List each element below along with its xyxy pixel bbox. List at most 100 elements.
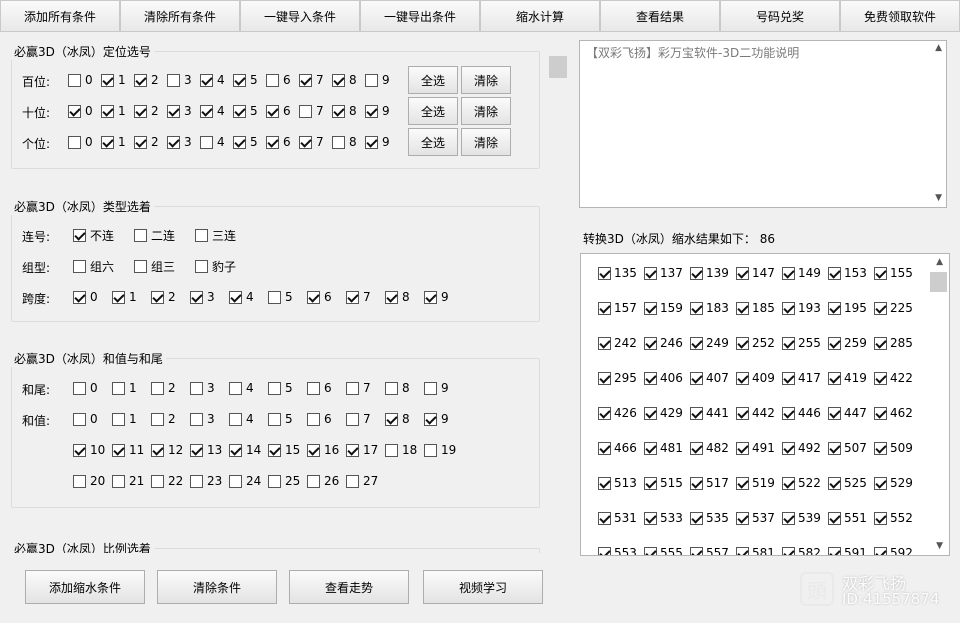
result-checkbox[interactable]: 246 — [644, 336, 683, 350]
hewei-checkbox[interactable]: 9 — [424, 381, 449, 395]
checkbox-box[interactable] — [644, 336, 657, 350]
result-checkbox[interactable]: 406 — [644, 371, 683, 385]
checkbox-box[interactable] — [782, 511, 795, 525]
checkbox-box[interactable] — [874, 441, 887, 455]
hezhi-checkbox[interactable]: 16 — [307, 443, 339, 457]
digit-checkbox[interactable]: 9 — [365, 104, 390, 118]
checkbox-box[interactable] — [266, 104, 279, 118]
checkbox-box[interactable] — [151, 290, 164, 304]
result-checkbox[interactable]: 426 — [598, 406, 637, 420]
checkbox-box[interactable] — [73, 290, 86, 304]
digit-checkbox[interactable]: 7 — [299, 73, 324, 87]
hezhi-checkbox[interactable]: 24 — [229, 474, 261, 488]
zuxing-checkbox[interactable]: 组三 — [134, 259, 175, 274]
checkbox-box[interactable] — [690, 441, 703, 455]
checkbox-box[interactable] — [828, 266, 841, 280]
hezhi-checkbox[interactable]: 7 — [346, 412, 371, 426]
result-checkbox[interactable]: 441 — [690, 406, 729, 420]
checkbox-box[interactable] — [195, 259, 208, 273]
result-checkbox[interactable]: 135 — [598, 266, 637, 280]
checkbox-box[interactable] — [233, 135, 246, 149]
digit-checkbox[interactable]: 3 — [167, 73, 192, 87]
hezhi-checkbox[interactable]: 3 — [190, 412, 215, 426]
checkbox-box[interactable] — [101, 104, 114, 118]
result-checkbox[interactable]: 491 — [736, 441, 775, 455]
checkbox-box[interactable] — [782, 476, 795, 490]
checkbox-box[interactable] — [598, 266, 611, 280]
checkbox-box[interactable] — [229, 412, 242, 426]
result-checkbox[interactable]: 442 — [736, 406, 775, 420]
checkbox-box[interactable] — [307, 290, 320, 304]
checkbox-box[interactable] — [828, 511, 841, 525]
hewei-checkbox[interactable]: 7 — [346, 381, 371, 395]
toolbar-button[interactable]: 一键导入条件 — [240, 0, 360, 32]
result-checkbox[interactable]: 535 — [690, 511, 729, 525]
hezhi-checkbox[interactable]: 19 — [424, 443, 456, 457]
toolbar-button[interactable]: 一键导出条件 — [360, 0, 480, 32]
hezhi-checkbox[interactable]: 26 — [307, 474, 339, 488]
hewei-checkbox[interactable]: 4 — [229, 381, 254, 395]
checkbox-box[interactable] — [598, 336, 611, 350]
checkbox-box[interactable] — [736, 371, 749, 385]
result-checkbox[interactable]: 195 — [828, 301, 867, 315]
result-checkbox[interactable]: 531 — [598, 511, 637, 525]
bottom-button[interactable]: 清除条件 — [157, 570, 277, 604]
digit-checkbox[interactable]: 6 — [266, 135, 291, 149]
checkbox-box[interactable] — [828, 406, 841, 420]
checkbox-box[interactable] — [190, 474, 203, 488]
checkbox-box[interactable] — [307, 443, 320, 457]
checkbox-box[interactable] — [365, 135, 378, 149]
result-checkbox[interactable]: 417 — [782, 371, 821, 385]
bottom-button[interactable]: 视频学习 — [423, 570, 543, 604]
checkbox-box[interactable] — [268, 412, 281, 426]
checkbox-box[interactable] — [200, 73, 213, 87]
checkbox-box[interactable] — [346, 412, 359, 426]
checkbox-box[interactable] — [190, 381, 203, 395]
checkbox-box[interactable] — [736, 441, 749, 455]
checkbox-box[interactable] — [874, 336, 887, 350]
checkbox-box[interactable] — [346, 381, 359, 395]
result-checkbox[interactable]: 537 — [736, 511, 775, 525]
digit-checkbox[interactable]: 8 — [332, 135, 357, 149]
kuadu-checkbox[interactable]: 6 — [307, 290, 332, 304]
checkbox-box[interactable] — [112, 443, 125, 457]
result-checkbox[interactable]: 259 — [828, 336, 867, 350]
result-checkbox[interactable]: 551 — [828, 511, 867, 525]
toolbar-button[interactable]: 添加所有条件 — [0, 0, 120, 32]
checkbox-box[interactable] — [874, 266, 887, 280]
result-checkbox[interactable]: 249 — [690, 336, 729, 350]
checkbox-box[interactable] — [782, 371, 795, 385]
result-checkbox[interactable]: 242 — [598, 336, 637, 350]
result-checkbox[interactable]: 252 — [736, 336, 775, 350]
kuadu-checkbox[interactable]: 4 — [229, 290, 254, 304]
kuadu-checkbox[interactable]: 8 — [385, 290, 410, 304]
digit-checkbox[interactable]: 2 — [134, 135, 159, 149]
result-checkbox[interactable]: 529 — [874, 476, 913, 490]
result-checkbox[interactable]: 155 — [874, 266, 913, 280]
select-all-button[interactable]: 全选 — [408, 128, 458, 156]
result-checkbox[interactable]: 285 — [874, 336, 913, 350]
checkbox-box[interactable] — [268, 443, 281, 457]
checkbox-box[interactable] — [424, 412, 437, 426]
checkbox-box[interactable] — [332, 73, 345, 87]
result-checkbox[interactable]: 492 — [782, 441, 821, 455]
lianhao-checkbox[interactable]: 不连 — [73, 228, 114, 243]
result-checkbox[interactable]: 462 — [874, 406, 913, 420]
checkbox-box[interactable] — [332, 104, 345, 118]
digit-checkbox[interactable]: 0 — [68, 104, 93, 118]
hezhi-checkbox[interactable]: 25 — [268, 474, 300, 488]
lianhao-checkbox[interactable]: 三连 — [195, 228, 236, 243]
hezhi-checkbox[interactable]: 13 — [190, 443, 222, 457]
scroll-up-icon[interactable]: ▲ — [936, 257, 943, 267]
checkbox-box[interactable] — [690, 336, 703, 350]
hezhi-checkbox[interactable]: 20 — [73, 474, 105, 488]
hezhi-checkbox[interactable]: 23 — [190, 474, 222, 488]
digit-checkbox[interactable]: 4 — [200, 73, 225, 87]
checkbox-box[interactable] — [299, 135, 312, 149]
digit-checkbox[interactable]: 9 — [365, 73, 390, 87]
result-checkbox[interactable]: 517 — [690, 476, 729, 490]
checkbox-box[interactable] — [874, 371, 887, 385]
checkbox-box[interactable] — [644, 406, 657, 420]
checkbox-box[interactable] — [134, 104, 147, 118]
result-checkbox[interactable]: 482 — [690, 441, 729, 455]
